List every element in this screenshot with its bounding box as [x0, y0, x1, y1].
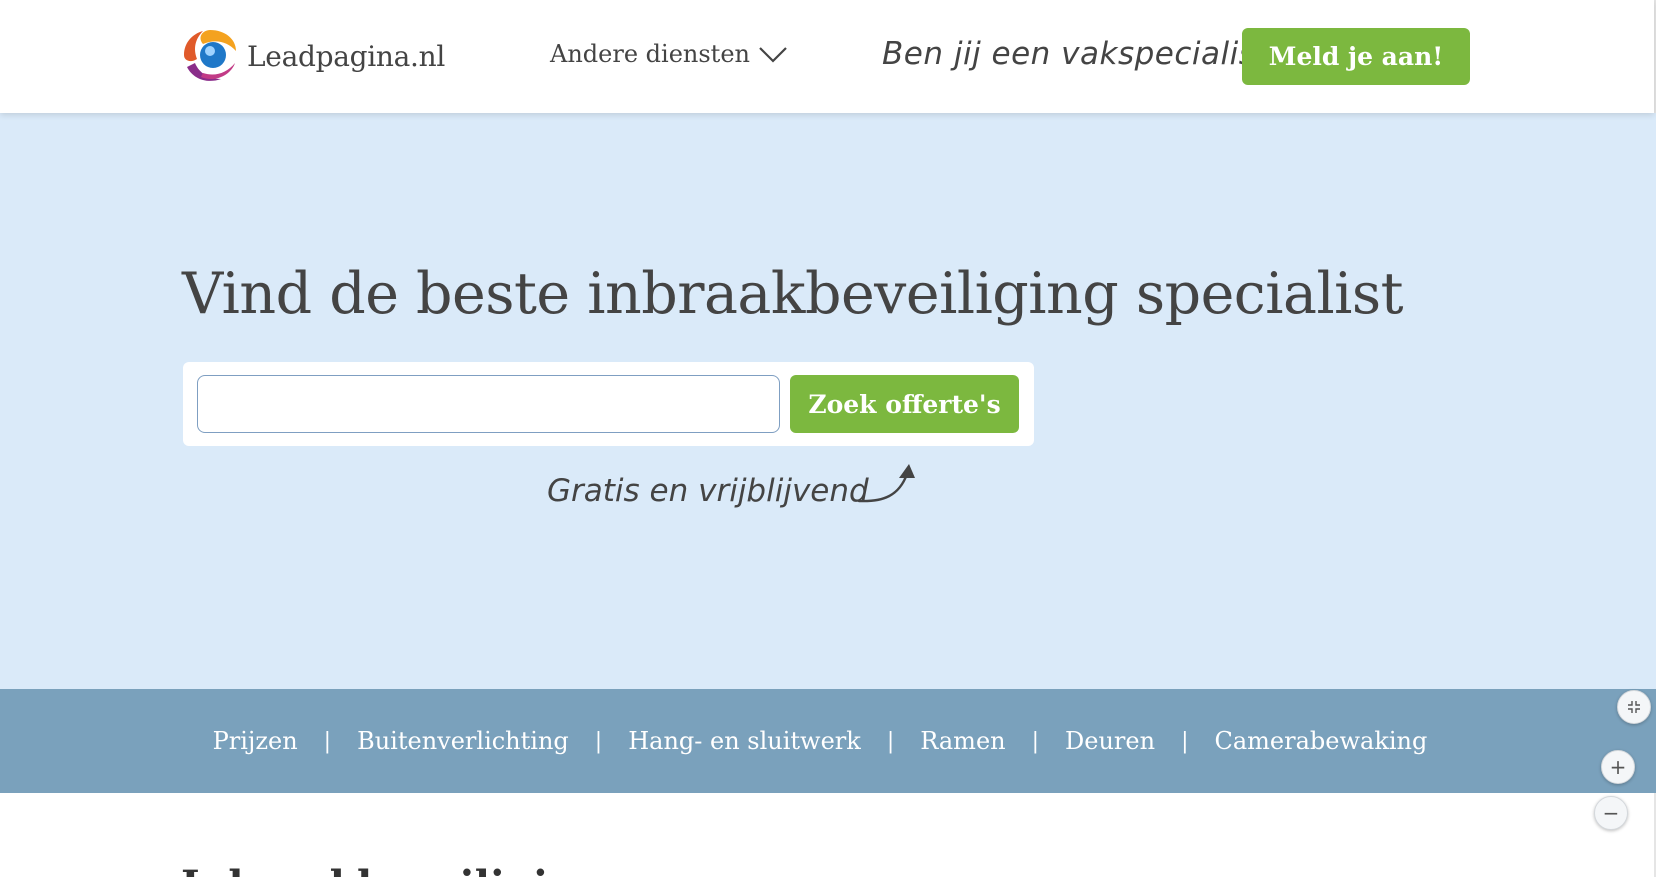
site-header: Leadpagina.nl Andere diensten Ben jij ee… [0, 0, 1654, 113]
free-note: Gratis en vrijblijvend [547, 473, 869, 509]
page-title: Vind de beste inbraakbeveiliging special… [182, 261, 1404, 327]
search-input[interactable] [197, 375, 780, 433]
pro-question-text: Ben jij een vakspecialist? [882, 36, 1286, 72]
search-button[interactable]: Zoek offerte's [790, 375, 1019, 433]
other-services-menu[interactable]: Andere diensten [550, 40, 788, 68]
curved-arrow-icon [857, 464, 915, 503]
nav-separator: | [323, 728, 332, 754]
logo[interactable]: Leadpagina.nl [181, 27, 445, 85]
minus-icon: − [1602, 801, 1620, 825]
nav-item-buitenverlichting[interactable]: Buitenverlichting [357, 727, 569, 755]
nav-separator: | [1181, 728, 1189, 754]
signup-button[interactable]: Meld je aan! [1242, 28, 1470, 85]
content-heading: Inbraakbeveiliging [181, 862, 605, 877]
category-nav: Prijzen | Buitenverlichting | Hang- en s… [0, 689, 1656, 793]
nav-item-ramen[interactable]: Ramen [920, 727, 1005, 755]
nav-item-prijzen[interactable]: Prijzen [213, 727, 298, 755]
hero-section: Vind de beste inbraakbeveiliging special… [0, 113, 1656, 689]
nav-separator: | [1031, 728, 1040, 754]
nav-item-camerabewaking[interactable]: Camerabewaking [1215, 727, 1428, 755]
collapse-icon [1628, 701, 1640, 713]
zoom-in-button[interactable]: + [1601, 750, 1635, 784]
plus-icon: + [1609, 755, 1627, 779]
logo-icon [184, 30, 236, 81]
nav-item-deuren[interactable]: Deuren [1065, 727, 1155, 755]
logo-text: Leadpagina.nl [247, 39, 445, 73]
nav-item-hang-en-sluitwerk[interactable]: Hang- en sluitwerk [628, 727, 861, 755]
category-nav-list: Prijzen | Buitenverlichting | Hang- en s… [0, 689, 1656, 793]
chevron-down-icon [759, 47, 787, 63]
other-services-label: Andere diensten [550, 40, 750, 68]
nav-separator: | [886, 728, 895, 754]
search-box: Zoek offerte's [183, 362, 1034, 446]
collapse-button[interactable] [1617, 690, 1651, 724]
zoom-out-button[interactable]: − [1594, 796, 1628, 830]
nav-separator: | [594, 728, 603, 754]
